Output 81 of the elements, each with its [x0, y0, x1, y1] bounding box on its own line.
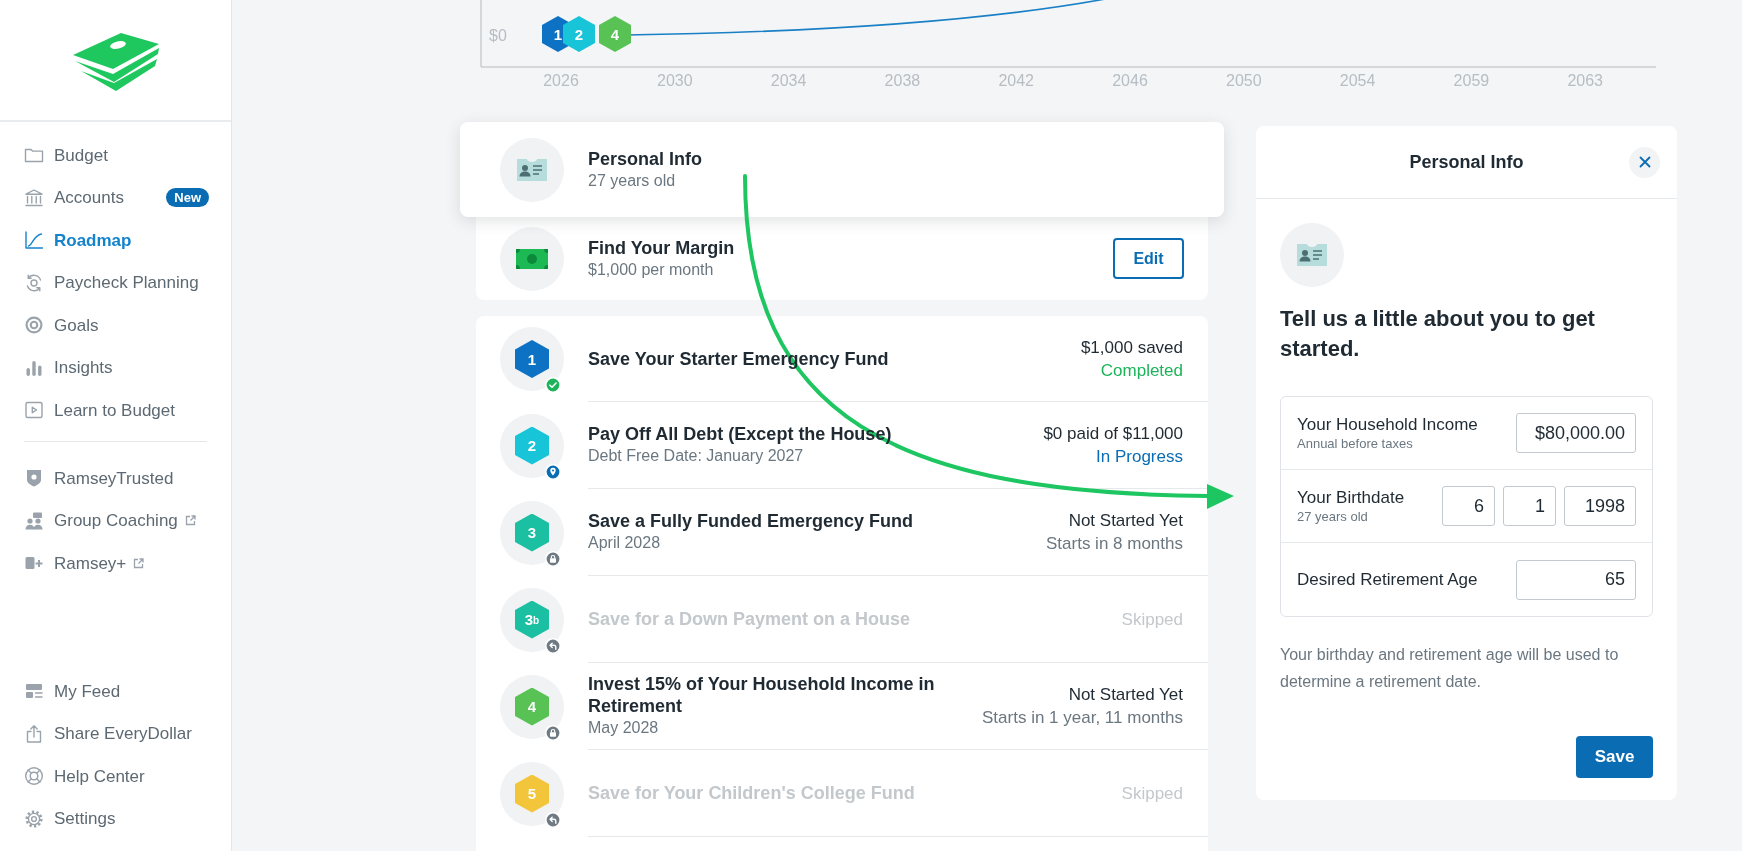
field-label: Your Birthdate — [1297, 487, 1405, 508]
axis-label: $0 — [489, 27, 507, 44]
target-icon — [24, 315, 44, 336]
axis-label: 2030 — [657, 72, 693, 89]
sidebar-link[interactable]: Help Center — [24, 763, 145, 789]
step-amount: Not Started Yet — [1067, 510, 1183, 532]
step-status: In Progress — [1095, 446, 1183, 468]
edit-button[interactable]: Edit — [1113, 238, 1184, 279]
row-title: Personal Info — [588, 147, 703, 170]
input-field[interactable]: 1 — [1503, 486, 1556, 526]
step-marker: 2 — [563, 16, 595, 52]
sidebar-link[interactable]: Settings — [24, 806, 116, 832]
input-field[interactable]: 1998 — [1564, 486, 1636, 526]
panel-heading: Tell us a little about you to get started. — [1280, 305, 1596, 363]
axis-label: 2034 — [770, 72, 807, 89]
id-card-icon — [1280, 223, 1344, 287]
axis-label: 2050 — [1226, 72, 1262, 89]
sidebar-link[interactable]: Learn to Budget — [24, 397, 175, 423]
close-icon — [1638, 156, 1651, 168]
step-subtitle: April 2028 — [588, 533, 662, 553]
field-label: Your Household Income — [1297, 414, 1478, 435]
sidebar-link[interactable]: Paycheck Planning — [24, 270, 199, 296]
step-status: Skipped — [1121, 608, 1183, 631]
sidebar-link[interactable]: Accounts — [24, 185, 124, 211]
sidebar-link[interactable]: Insights — [24, 355, 113, 381]
note-text: Your birthday and retirement age will be used to determine a retirement date. — [1280, 645, 1620, 692]
axis-label: 2063 — [1567, 72, 1603, 89]
sidebar-link[interactable]: Goals — [24, 312, 99, 338]
step-status: Skipped — [1121, 782, 1183, 805]
summary-row[interactable]: Personal Info 27 years old — [460, 122, 1224, 217]
step-subtitle: Debt Free Date: January 2027 — [588, 446, 805, 466]
sidebar-link[interactable]: Ramsey+ — [24, 550, 127, 576]
step-title: Save for a Down Payment on a House — [588, 608, 911, 630]
sidebar-link[interactable]: Budget — [24, 142, 108, 168]
sidebar-link[interactable]: Roadmap — [24, 227, 132, 253]
circular-arrows-icon — [24, 272, 44, 293]
axis-label: 2038 — [884, 72, 921, 89]
axis-label: 2059 — [1453, 72, 1490, 89]
settings-icon — [24, 808, 44, 829]
axis-label: 2026 — [543, 72, 579, 89]
field-hint: Annual before taxes — [1297, 435, 1414, 452]
step-subtitle: May 2028 — [588, 718, 660, 738]
new-pill: New — [166, 188, 209, 208]
step-status: Completed — [1099, 359, 1183, 382]
close-button[interactable] — [1629, 146, 1660, 178]
id-card-icon — [500, 137, 564, 202]
line-chart-icon — [24, 230, 44, 251]
save-button[interactable]: Save — [1576, 736, 1653, 778]
row-title: Find Your Margin — [588, 236, 735, 259]
sidebar-link[interactable]: Share EveryDollar — [24, 721, 192, 747]
panel-title: Personal Info — [1409, 150, 1524, 174]
sidebar-link[interactable]: My Feed — [24, 678, 121, 704]
step-status: Starts in 1 year, 11 months — [982, 707, 1183, 729]
shield-icon — [24, 468, 44, 489]
summary-row[interactable]: Find Your Margin $1,000 per month Edit — [476, 217, 1208, 300]
step-title: Save a Fully Funded Emergency Fund — [588, 510, 914, 532]
row-subtitle: $1,000 per month — [588, 259, 715, 280]
input-field[interactable]: $80,000.00 — [1516, 413, 1636, 453]
share-icon — [24, 723, 44, 744]
axis-label: 2042 — [998, 72, 1034, 89]
banknote-icon — [500, 226, 564, 291]
step-marker: 4 — [599, 16, 631, 52]
step-amount: $1,000 saved — [1080, 336, 1183, 359]
input-field[interactable]: 6 — [1442, 486, 1495, 526]
step-title: Invest 15% of Your Household Income in Retirement — [588, 673, 936, 717]
step-status: Starts in 8 months — [1046, 533, 1183, 555]
sidebar-link[interactable]: RamseyTrusted — [24, 465, 174, 491]
field-label: Desired Retirement Age — [1297, 569, 1478, 590]
axis-label: 2054 — [1339, 72, 1376, 89]
sidebar-link[interactable]: Group Coaching — [24, 508, 178, 534]
lifebuoy-icon — [24, 766, 44, 787]
row-subtitle: 27 years old — [588, 170, 677, 191]
bank-icon — [24, 187, 44, 208]
play-icon — [24, 400, 44, 421]
step-amount: Not Started Yet — [1067, 684, 1183, 706]
step-amount: $0 paid of $11,000 — [1043, 423, 1183, 445]
axis-label: 2046 — [1112, 72, 1148, 89]
people-icon — [24, 510, 44, 531]
step-title: Save for Your Children's College Fund — [588, 782, 915, 804]
input-field[interactable]: 65 — [1516, 559, 1636, 600]
field-hint: 27 years old — [1297, 508, 1369, 525]
